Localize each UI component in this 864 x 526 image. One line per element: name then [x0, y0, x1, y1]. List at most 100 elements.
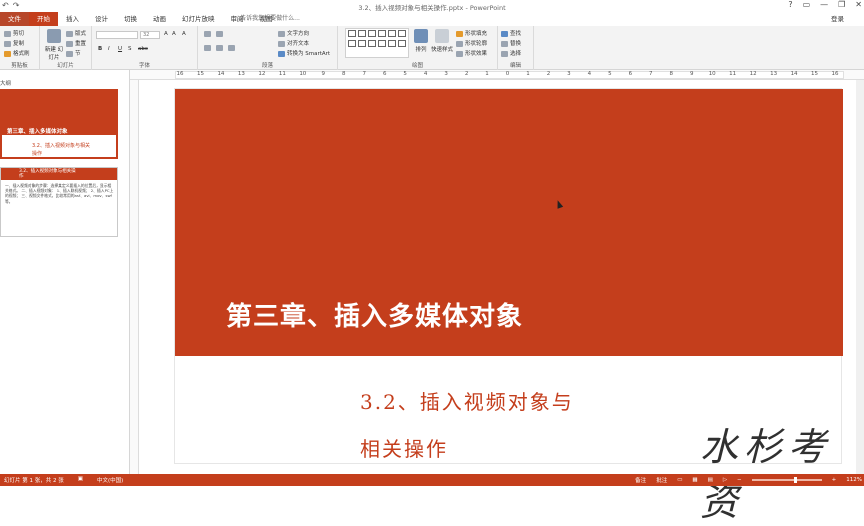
strikethrough-button[interactable]: abc	[138, 46, 148, 52]
section-icon	[66, 50, 73, 57]
tab-file[interactable]: 文件	[0, 12, 29, 26]
layout-icon	[66, 30, 73, 37]
align-text-button[interactable]: 对齐文本	[278, 39, 309, 47]
clear-format-button[interactable]: A	[182, 31, 186, 37]
ruler-tick-label: 11	[729, 71, 737, 77]
shape-rect-icon[interactable]	[388, 30, 396, 37]
notes-button[interactable]: 备注	[635, 476, 646, 484]
arrange-label: 排列	[415, 47, 427, 53]
restore-button[interactable]: ❐	[838, 0, 845, 9]
ribbon-options-button[interactable]: ▭	[803, 0, 811, 9]
smartart-icon	[278, 50, 285, 57]
bullets-button[interactable]	[204, 31, 213, 38]
grow-font-button[interactable]: A	[164, 31, 168, 37]
shape-brace-icon[interactable]	[398, 40, 406, 47]
bold-button[interactable]: B	[98, 46, 102, 52]
close-button[interactable]: ✕	[855, 0, 862, 9]
status-bar: 幻灯片 第 1 张，共 2 张 ▣ 中文(中国) 备注 批注 ▭ ▦ ▤ ▷ −…	[0, 474, 864, 486]
shape-effects-button[interactable]: 形状效果	[456, 49, 487, 57]
arrange-button[interactable]: 排列	[412, 29, 430, 53]
select-button[interactable]: 选择	[501, 49, 521, 57]
format-painter-button[interactable]: 格式刷	[4, 49, 30, 57]
slide-thumbnail-1[interactable]: 第三章、插入多媒体对象 3.2、插入视频对象与相关操作	[0, 89, 118, 159]
shape-oval-icon[interactable]	[398, 30, 406, 37]
thumb2-title: 3.2、插入视频对象与相关操作	[19, 169, 76, 179]
minimize-button[interactable]: —	[820, 0, 828, 9]
ruler-tick-label: 3	[444, 71, 448, 77]
slide-title[interactable]: 第三章、插入多媒体对象	[226, 296, 523, 333]
align-center-button[interactable]	[216, 45, 225, 52]
slide[interactable]: 第三章、插入多媒体对象 3.2、插入视频对象与 相关操作	[174, 88, 843, 464]
smartart-button[interactable]: 转换为 SmartArt	[278, 49, 330, 57]
outline-label[interactable]: 大纲	[0, 79, 11, 87]
ruler-tick-label: 15	[196, 71, 204, 77]
tab-insert[interactable]: 插入	[58, 12, 87, 26]
ruler-tick-label: 13	[237, 71, 245, 77]
vertical-scrollbar[interactable]	[856, 80, 864, 474]
select-label: 选择	[510, 51, 522, 57]
shape-rect-icon[interactable]	[348, 40, 356, 47]
zoom-out-button[interactable]: −	[737, 477, 742, 483]
horizontal-ruler[interactable]: 16 15 14 13 12 11 10 9 8 7 6 5 4 3 2 1 0 1 2 3 4 5 6 7 8 9 10 11 12 1…	[130, 70, 864, 80]
shape-star-icon[interactable]	[388, 40, 396, 47]
shape-arrow-icon[interactable]	[368, 40, 376, 47]
ruler-tick-label: 8	[669, 71, 674, 77]
zoom-slider-knob[interactable]	[793, 477, 797, 483]
tab-animations[interactable]: 动画	[145, 12, 174, 26]
reset-button[interactable]: 重置	[66, 39, 86, 47]
layout-button[interactable]: 版式	[66, 29, 86, 37]
align-left-button[interactable]	[204, 45, 213, 52]
comments-button[interactable]: 批注	[656, 476, 667, 484]
slide-subtitle[interactable]: 3.2、插入视频对象与 相关操作	[360, 379, 574, 473]
slideshow-icon[interactable]: ▷	[723, 477, 727, 483]
help-button[interactable]: ?	[788, 0, 792, 9]
copy-button[interactable]: 复制	[4, 39, 24, 47]
font-name-combo[interactable]	[96, 31, 138, 39]
shape-line-icon[interactable]	[368, 30, 376, 37]
align-right-button[interactable]	[228, 45, 237, 52]
numbering-button[interactable]	[216, 31, 225, 38]
text-direction-button[interactable]: 文字方向	[278, 29, 309, 37]
tell-me-search[interactable]: ◌ 告诉我您想要做什么...	[233, 12, 300, 26]
ruler-tick-label: 16	[176, 71, 184, 77]
login-button[interactable]: 登录	[831, 12, 844, 26]
cut-button[interactable]: 剪切	[4, 29, 24, 37]
vertical-ruler[interactable]	[130, 80, 139, 474]
shadow-button[interactable]: S	[128, 46, 132, 52]
tab-slideshow[interactable]: 幻灯片放映	[174, 12, 223, 26]
language-indicator[interactable]: 中文(中国)	[97, 476, 123, 484]
sorter-view-icon[interactable]: ▦	[692, 477, 697, 483]
shape-fill-button[interactable]: 形状填充	[456, 29, 487, 37]
quick-styles-button[interactable]: 快速样式	[430, 29, 454, 53]
align-right-icon	[228, 45, 235, 51]
zoom-slider[interactable]	[751, 477, 822, 483]
zoom-in-button[interactable]: +	[832, 477, 837, 483]
cut-label: 剪切	[13, 31, 25, 37]
replace-button[interactable]: 替换	[501, 39, 521, 47]
shrink-font-button[interactable]: A	[172, 31, 176, 37]
font-size-combo[interactable]: 32	[140, 31, 160, 39]
shapes-gallery[interactable]	[345, 28, 409, 58]
tab-home[interactable]: 开始	[29, 12, 58, 26]
spellcheck-icon[interactable]: ▣	[78, 476, 83, 484]
shape-rect-icon[interactable]	[348, 30, 356, 37]
section-button[interactable]: 节	[66, 49, 81, 57]
underline-button[interactable]: U	[118, 46, 122, 52]
zoom-level[interactable]: 112%	[846, 477, 862, 483]
ruler-tick-label: 4	[423, 71, 428, 77]
italic-button[interactable]: I	[108, 46, 110, 52]
shape-arrow-icon[interactable]	[378, 40, 386, 47]
shape-outline-button[interactable]: 形状轮廓	[456, 39, 487, 47]
shape-oval-icon[interactable]	[358, 40, 366, 47]
normal-view-icon[interactable]: ▭	[677, 477, 682, 483]
new-slide-button[interactable]: 新建 幻灯片	[43, 29, 65, 61]
tab-design[interactable]: 设计	[87, 12, 116, 26]
tab-transitions[interactable]: 切换	[116, 12, 145, 26]
ruler-tick-label: 4	[587, 71, 592, 77]
reading-view-icon[interactable]: ▤	[708, 477, 713, 483]
shape-rect-icon[interactable]	[358, 30, 366, 37]
find-button[interactable]: 查找	[501, 29, 521, 37]
align-center-icon	[216, 45, 223, 51]
slide-thumbnail-2[interactable]: 3.2、插入视频对象与相关操作 一、插入视频对象的步骤：选择某定义要插入的位置后…	[0, 167, 118, 237]
shape-line-icon[interactable]	[378, 30, 386, 37]
